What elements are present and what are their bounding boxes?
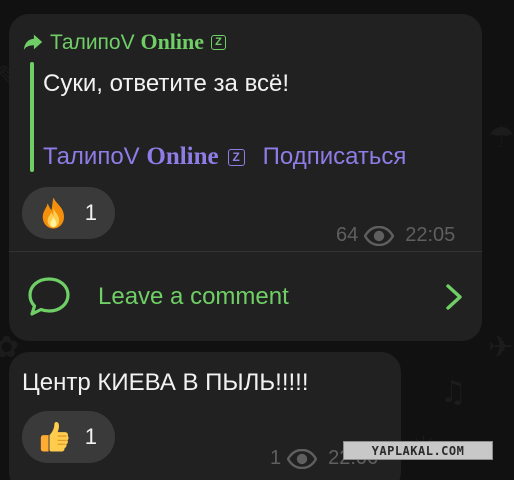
views-count: 64 bbox=[336, 224, 359, 246]
signature-name-suffix: Online bbox=[146, 143, 219, 170]
forwarded-channel-name[interactable]: ТалипоV Online bbox=[50, 29, 204, 55]
post-signature: ТалипоV Online Z Подписаться bbox=[43, 143, 406, 171]
quote-bar bbox=[30, 62, 34, 172]
channel-name-suffix: Online bbox=[140, 29, 205, 54]
reaction-thumbs-up[interactable]: 1 bbox=[22, 411, 115, 463]
signature-name-prefix: ТалипоV bbox=[43, 143, 140, 170]
background-doodle: ♫ bbox=[440, 375, 467, 410]
channel-name-prefix: ТалипоV bbox=[50, 31, 135, 54]
thumbs-up-emoji-icon bbox=[40, 422, 69, 452]
message-text: Центр КИЕВА В ПЫЛЬ!!!!! bbox=[22, 369, 309, 396]
background-doodle: ✈ bbox=[488, 330, 514, 365]
signature-channel-name[interactable]: ТалипоV Online bbox=[43, 143, 219, 171]
site-watermark: YAPLAKAL.COM bbox=[343, 441, 493, 460]
forwarded-from-header[interactable]: ТалипоV Online Z bbox=[22, 29, 227, 55]
eye-icon bbox=[364, 225, 395, 246]
post-meta: 64 22:05 bbox=[336, 224, 455, 247]
fire-emoji-icon bbox=[42, 197, 64, 229]
reaction-count: 1 bbox=[84, 424, 97, 449]
leave-comment-button[interactable]: Leave a comment bbox=[9, 252, 482, 341]
forward-arrow-icon bbox=[23, 34, 43, 51]
reaction-fire[interactable]: 1 bbox=[22, 187, 115, 239]
chevron-right-icon bbox=[446, 284, 462, 310]
comment-bubble-icon bbox=[28, 277, 70, 316]
z-badge-icon: Z bbox=[227, 148, 245, 166]
z-badge-icon: Z bbox=[211, 34, 227, 50]
background-doodle: ☂ bbox=[488, 120, 514, 155]
chat-background: ✎ ☂ ✈ ♫ ✿ ☼ ТалипоV Online Z Суки, ответ… bbox=[0, 0, 514, 480]
reaction-count: 1 bbox=[84, 200, 97, 225]
eye-icon bbox=[287, 448, 318, 469]
post-text: Суки, ответите за всё! bbox=[43, 70, 290, 97]
leave-comment-label: Leave a comment bbox=[98, 283, 289, 310]
subscribe-link[interactable]: Подписаться bbox=[263, 143, 407, 171]
views-count: 1 bbox=[270, 447, 282, 469]
message-time: 22:05 bbox=[405, 224, 456, 246]
